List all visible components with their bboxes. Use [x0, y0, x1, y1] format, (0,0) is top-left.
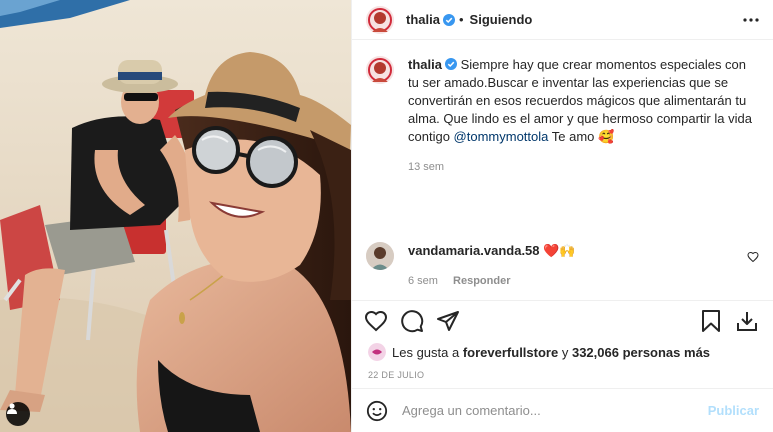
caption-age: 13 sem — [408, 161, 445, 173]
heart-icon — [364, 310, 388, 331]
emoji-icon — [366, 400, 388, 421]
comment-item: vandamaria.vanda.58 ❤️🙌 6 sem Responder — [366, 242, 759, 290]
verified-badge-icon — [442, 13, 455, 26]
share-button[interactable] — [436, 309, 460, 333]
caption: thalia Siempre hay que crear momentos es… — [366, 56, 759, 176]
verified-badge-icon — [444, 58, 457, 70]
reply-button[interactable]: Responder — [453, 275, 510, 287]
following-button[interactable]: Siguiendo — [470, 12, 533, 27]
user-tag-button[interactable] — [6, 402, 30, 426]
comment-text: ❤️🙌 — [543, 243, 576, 258]
header-separator: • — [458, 12, 464, 27]
comments-list: thalia Siempre hay que crear momentos es… — [352, 40, 773, 300]
caption-emoji: 🥰 — [598, 129, 615, 144]
post-viewer: thalia • Siguiendo thalia Siempre hay qu… — [0, 0, 773, 432]
likes-summary: Les gusta a foreverfullstore y 332,066 p… — [352, 340, 773, 364]
commenter-username[interactable]: vandamaria.vanda.58 — [408, 243, 540, 258]
post-details-panel: thalia • Siguiendo thalia Siempre hay qu… — [351, 0, 773, 432]
like-button[interactable] — [364, 309, 388, 333]
liker-avatar[interactable] — [368, 343, 386, 361]
heart-icon — [747, 251, 759, 263]
emoji-button[interactable] — [366, 400, 388, 422]
caption-body: thalia Siempre hay que crear momentos es… — [408, 56, 753, 176]
more-options-icon — [743, 17, 759, 22]
comment-age: 6 sem — [408, 275, 438, 287]
mention-link[interactable]: @tommymottola — [454, 129, 549, 144]
save-button[interactable] — [699, 309, 723, 333]
post-header: thalia • Siguiendo — [352, 0, 773, 40]
commenter-avatar[interactable] — [366, 242, 394, 270]
liker-username[interactable]: foreverfullstore — [463, 345, 558, 360]
post-date: 22 DE JULIO — [368, 370, 425, 380]
share-icon — [437, 310, 459, 331]
comment-icon — [401, 309, 424, 332]
post-photo[interactable] — [0, 0, 351, 432]
publish-button[interactable]: Publicar — [708, 403, 759, 418]
more-options-button[interactable] — [743, 17, 759, 22]
add-comment-form: Publicar — [352, 388, 773, 432]
likes-conjunction: y — [561, 344, 569, 360]
author-username[interactable]: thalia — [406, 12, 440, 27]
author-avatar[interactable] — [366, 5, 394, 34]
comment-input[interactable] — [402, 403, 708, 418]
likes-prefix: Les gusta a — [392, 344, 460, 360]
likes-count-suffix[interactable]: personas más — [623, 345, 710, 360]
caption-author-username[interactable]: thalia — [408, 57, 442, 72]
comment-body: vandamaria.vanda.58 ❤️🙌 6 sem Responder — [408, 242, 747, 290]
comment-like-button[interactable] — [747, 250, 759, 266]
comment-meta: 6 sem Responder — [408, 272, 747, 290]
comment-button[interactable] — [400, 309, 424, 333]
action-bar — [352, 300, 773, 340]
caption-tail: Te amo — [551, 129, 595, 144]
download-icon — [737, 311, 757, 331]
beach-selfie-image — [0, 0, 351, 432]
likes-count[interactable]: 332,066 — [572, 345, 619, 360]
bookmark-icon — [702, 309, 720, 332]
caption-author-avatar[interactable] — [366, 56, 394, 84]
user-tag-icon — [7, 403, 17, 414]
download-button[interactable] — [735, 309, 759, 333]
